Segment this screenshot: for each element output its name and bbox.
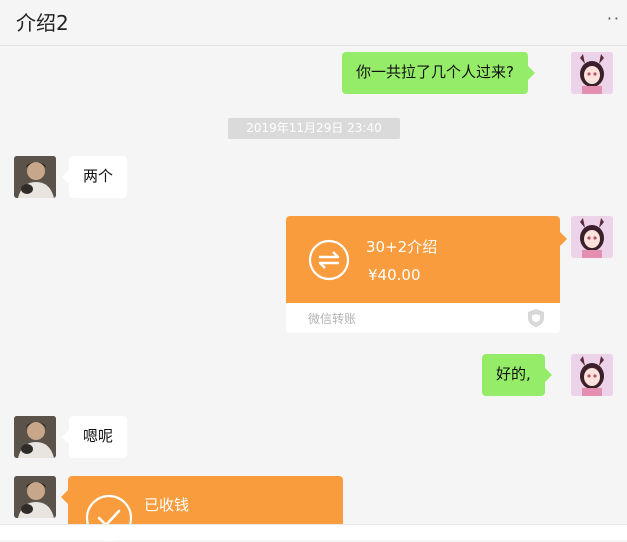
received-title: 已收钱	[144, 496, 190, 514]
transfer-card-body: 30+2介绍 ¥40.00	[286, 216, 567, 303]
chat-title: 介绍2	[16, 11, 69, 35]
wechat-transfer-card[interactable]: 30+2介绍 ¥40.00 微信转账	[286, 216, 567, 333]
self-avatar[interactable]	[571, 216, 613, 258]
person-photo-avatar-icon	[14, 416, 56, 458]
anime-girl-avatar-icon	[571, 216, 613, 258]
chat-header: 介绍2 ··	[0, 0, 627, 46]
shield-icon	[528, 309, 544, 327]
message-bubble-received[interactable]: 嗯呢	[61, 416, 128, 458]
person-photo-avatar-icon	[14, 476, 56, 518]
contact-avatar[interactable]	[14, 416, 56, 458]
transfer-footer-label: 微信转账	[308, 312, 357, 326]
more-dots-icon[interactable]: ··	[607, 9, 621, 28]
transfer-title: 30+2介绍	[366, 238, 438, 256]
contact-avatar[interactable]	[14, 476, 56, 518]
input-bar[interactable]	[0, 524, 627, 540]
person-photo-avatar-icon	[14, 156, 56, 198]
anime-girl-avatar-icon	[571, 354, 613, 396]
self-avatar[interactable]	[571, 354, 613, 396]
message-timestamp: 2019年11月29日 23:40	[228, 118, 400, 139]
contact-avatar[interactable]	[14, 156, 56, 198]
message-bubble-sent[interactable]: 好的,	[482, 354, 552, 396]
anime-girl-avatar-icon	[571, 52, 613, 94]
message-bubble-received[interactable]: 两个	[61, 156, 128, 198]
transfer-amount: ¥40.00	[368, 266, 421, 284]
transfer-arrows-icon	[308, 239, 350, 281]
message-bubble-sent[interactable]: 你一共拉了几个人过来?	[342, 52, 535, 94]
self-avatar[interactable]	[571, 52, 613, 94]
